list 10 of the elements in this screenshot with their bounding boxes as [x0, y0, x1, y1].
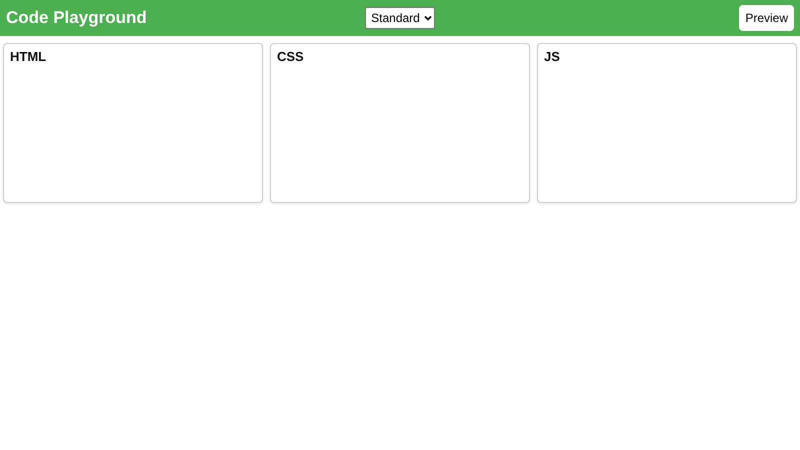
preview-button[interactable]: Preview	[739, 5, 794, 31]
caret-icon	[424, 15, 432, 21]
editor-panel[interactable]: HTML	[3, 43, 263, 203]
panel-label: JS	[544, 49, 561, 64]
panel-label: CSS	[277, 49, 305, 64]
panel-label: HTML	[10, 49, 48, 64]
editor-panel[interactable]: JS	[537, 43, 797, 203]
editor-panel[interactable]: CSS	[270, 43, 530, 203]
app-title: Code Playground	[6, 8, 147, 28]
mode-dropdown[interactable]: Standard	[365, 7, 435, 29]
